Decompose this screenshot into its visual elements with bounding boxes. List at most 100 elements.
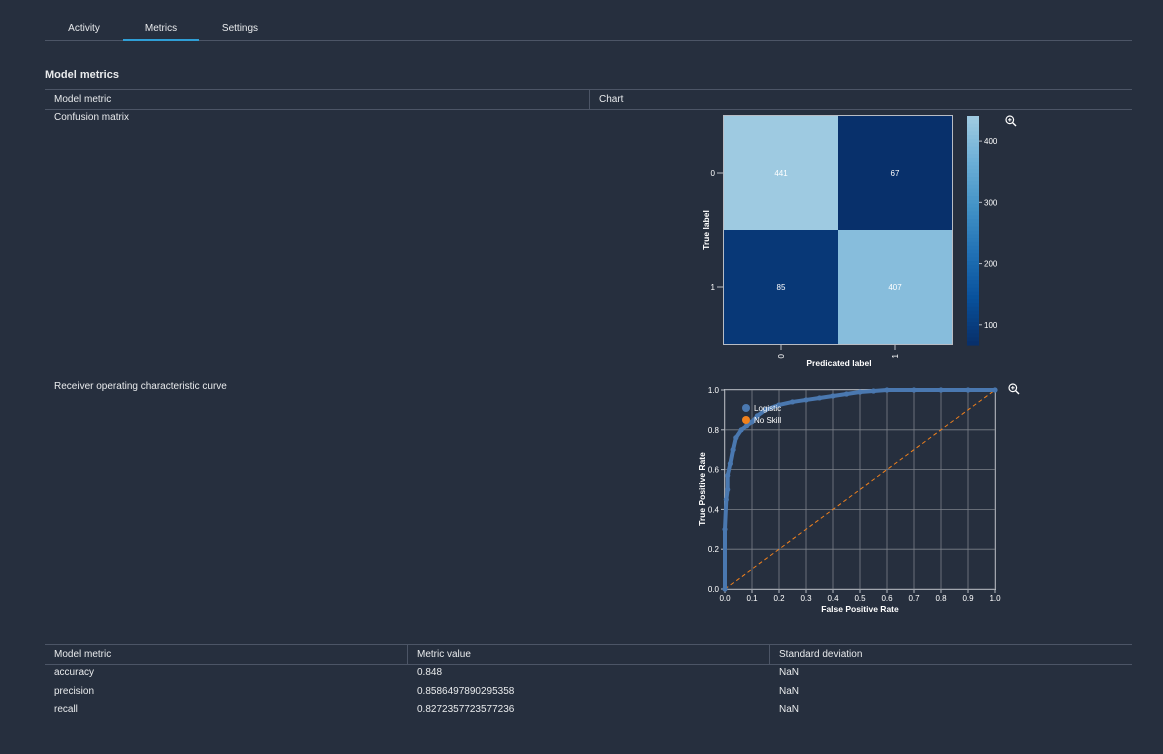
- colorbar-segment: [967, 119, 979, 125]
- y-tick-label: 0: [711, 169, 716, 178]
- x-tick-label: 1: [891, 353, 900, 358]
- colorbar-segment: [967, 127, 979, 132]
- logistic-point: [789, 399, 796, 405]
- metric-std: NaN: [779, 686, 800, 697]
- colorbar-segment: [967, 188, 979, 193]
- tab-activity[interactable]: Activity: [45, 18, 123, 40]
- metric-name: accuracy: [54, 667, 95, 678]
- colorbar-tick-label: 200: [984, 260, 998, 269]
- tab-bar: Activity Metrics Settings: [45, 18, 1132, 41]
- legend-label: No Skill: [754, 416, 781, 425]
- tab-metrics[interactable]: Metrics: [123, 18, 199, 41]
- colorbar-segment: [967, 222, 979, 228]
- metric-value: 0.848: [417, 667, 443, 678]
- colorbar-segment: [967, 314, 979, 319]
- colorbar-segment: [967, 310, 979, 316]
- tab-settings[interactable]: Settings: [199, 18, 281, 40]
- x-tick-label: 0.3: [800, 594, 812, 603]
- colorbar-segment: [967, 249, 979, 254]
- colorbar-tick-label: 300: [984, 198, 998, 207]
- y-tick-label: 0.2: [708, 545, 720, 554]
- colorbar-segment: [967, 264, 979, 270]
- logistic-point: [727, 461, 733, 467]
- header-metric-value: Metric value: [407, 645, 769, 664]
- zoom-in-icon[interactable]: [1004, 114, 1018, 128]
- colorbar-segment: [967, 257, 979, 262]
- x-tick-label: 1.0: [989, 594, 1001, 603]
- colorbar-segment: [967, 142, 979, 148]
- logistic-point: [722, 586, 728, 592]
- colorbar-segment: [967, 276, 979, 281]
- colorbar-segment: [967, 253, 979, 258]
- x-tick-label: 0.7: [908, 594, 920, 603]
- colorbar-segment: [967, 291, 979, 296]
- colorbar-segment: [967, 146, 979, 151]
- chart-table-header: Model metric Chart: [45, 89, 1132, 110]
- cell-value-label: 441: [774, 169, 788, 178]
- header-chart: Chart: [589, 90, 1132, 109]
- colorbar-segment: [967, 245, 979, 251]
- y-tick-label: 0.6: [708, 466, 720, 475]
- colorbar-segment: [967, 295, 979, 300]
- colorbar-segment: [967, 261, 979, 266]
- x-tick-label: 0.5: [854, 594, 866, 603]
- colorbar-segment: [967, 318, 979, 323]
- metric-value: 0.8272357723577236: [417, 704, 515, 715]
- colorbar-segment: [967, 169, 979, 174]
- confusion-matrix-chart: 441 67 85 407 0 1 0 1 100 200 300 400 True label P…: [701, 115, 998, 368]
- colorbar-segment: [967, 329, 979, 335]
- x-tick-label: 0.1: [746, 594, 758, 603]
- colorbar-segment: [967, 192, 979, 197]
- colorbar-segment: [967, 196, 979, 201]
- x-axis-label: Predicated label: [806, 358, 871, 368]
- x-axis-label: False Positive Rate: [821, 604, 899, 614]
- logistic-point: [738, 427, 744, 433]
- colorbar-segment: [967, 230, 979, 235]
- logistic-point: [725, 472, 731, 479]
- logistic-point: [744, 423, 750, 429]
- colorbar-segment: [967, 226, 979, 232]
- colorbar-segment: [967, 333, 979, 338]
- colorbar-segment: [967, 207, 979, 213]
- colorbar-tick-label: 100: [984, 321, 998, 330]
- row-label-roc-curve: Receiver operating characteristic curve: [54, 381, 227, 392]
- logistic-point: [911, 387, 917, 393]
- y-axis-label: True label: [701, 210, 711, 250]
- logistic-point: [830, 393, 836, 399]
- metric-name: recall: [54, 704, 78, 715]
- colorbar-segment: [967, 211, 979, 216]
- colorbar-segment: [967, 299, 979, 304]
- x-tick-label: 0: [777, 353, 786, 358]
- colorbar-segment: [967, 138, 979, 144]
- colorbar-segment: [967, 154, 979, 159]
- x-tick-label: 0.6: [881, 594, 893, 603]
- colorbar-segment: [967, 177, 979, 182]
- x-tick-label: 0.9: [962, 594, 974, 603]
- colorbar-segment: [967, 306, 979, 312]
- zoom-in-icon[interactable]: [1007, 382, 1021, 396]
- row-label-confusion-matrix: Confusion matrix: [54, 112, 130, 123]
- colorbar-segment: [967, 131, 979, 136]
- colorbar-segment: [967, 116, 979, 121]
- colorbar-segment: [967, 238, 979, 243]
- logistic-point: [725, 486, 731, 493]
- metric-value: 0.8586497890295358: [417, 686, 515, 697]
- legend-label: Logistic: [754, 404, 781, 413]
- metric-name: precision: [54, 686, 95, 697]
- colorbar-segment: [967, 283, 979, 289]
- colorbar-segment: [967, 241, 979, 247]
- logistic-point: [938, 387, 944, 393]
- logistic-point: [730, 447, 736, 453]
- legend-marker: [742, 416, 750, 424]
- colorbar-segment: [967, 325, 979, 331]
- y-tick-label: 1: [711, 283, 716, 292]
- y-tick-label: 0.0: [708, 585, 720, 594]
- cell-value-label: 67: [891, 169, 900, 178]
- colorbar-segment: [967, 272, 979, 277]
- header-model-metric: Model metric: [54, 649, 112, 660]
- metric-std: NaN: [779, 704, 800, 715]
- colorbar-segment: [967, 203, 979, 209]
- colorbar-segment: [967, 303, 979, 308]
- colorbar-segment: [967, 184, 979, 190]
- colorbar-segment: [967, 287, 979, 293]
